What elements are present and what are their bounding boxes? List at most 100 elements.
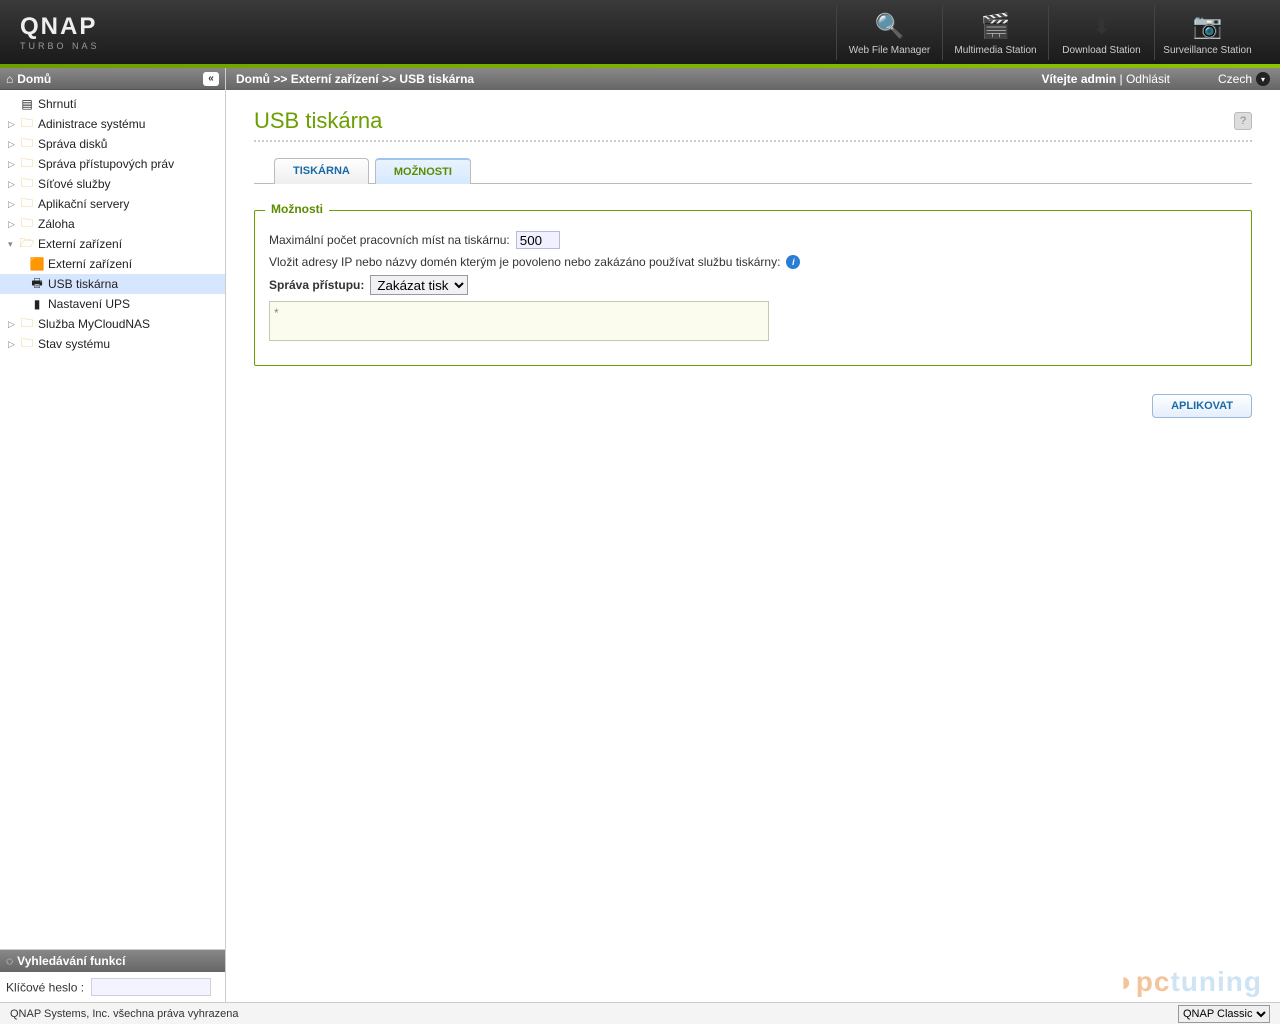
folder-icon: 🗀 bbox=[18, 174, 36, 195]
folder-icon: 🗀 bbox=[18, 334, 36, 355]
folder-search-icon: 🔍 bbox=[872, 13, 908, 41]
app-label: Web File Manager bbox=[841, 45, 938, 56]
sidebar-home-label[interactable]: Domů bbox=[17, 72, 51, 86]
nav-label: Externí zařízení bbox=[38, 237, 122, 251]
expand-icon: ▷ bbox=[8, 119, 18, 130]
footer: QNAP Systems, Inc. všechna práva vyhraze… bbox=[0, 1002, 1280, 1024]
brand-name: QNAP bbox=[20, 13, 100, 41]
expand-icon: ▷ bbox=[8, 319, 18, 330]
collapse-sidebar-button[interactable]: « bbox=[203, 72, 219, 86]
nav-ups-settings[interactable]: ▮ Nastavení UPS bbox=[0, 294, 225, 314]
sidebar: ⌂ Domů « ▤ Shrnutí ▷🗀 Adinistrace systém… bbox=[0, 68, 226, 1002]
download-icon: ⬇ bbox=[1084, 13, 1120, 41]
chevron-down-icon: ▾ bbox=[1256, 72, 1270, 86]
nav-external-devices-child[interactable]: 🟧 Externí zařízení bbox=[0, 254, 225, 274]
access-control-select[interactable]: Zakázat tisk bbox=[370, 275, 468, 295]
folder-icon: 🗀 bbox=[18, 154, 36, 175]
nav-label: Záloha bbox=[38, 217, 75, 231]
expand-icon: ▷ bbox=[8, 219, 18, 230]
folder-icon: 🗀 bbox=[18, 134, 36, 155]
options-fieldset: Možnosti Maximální počet pracovních míst… bbox=[254, 210, 1252, 366]
access-control-label: Správa přístupu: bbox=[269, 278, 364, 292]
search-title: Vyhledávání funkcí bbox=[17, 954, 125, 968]
fieldset-legend: Možnosti bbox=[265, 202, 329, 216]
nav-label: Shrnutí bbox=[38, 97, 77, 111]
printer-icon: 🖶 bbox=[28, 274, 46, 295]
breadcrumb-sep: >> bbox=[270, 72, 291, 86]
expand-icon: ▷ bbox=[8, 159, 18, 170]
logout-link[interactable]: Odhlásit bbox=[1126, 72, 1170, 86]
clapper-icon: 🎬 bbox=[978, 13, 1014, 41]
breadcrumb-sep: >> bbox=[379, 72, 400, 86]
nav-disk-mgmt[interactable]: ▷🗀 Správa disků bbox=[0, 134, 225, 154]
nav-label: Síťové služby bbox=[38, 177, 111, 191]
ip-list-textarea[interactable]: * bbox=[269, 301, 769, 341]
tab-bar: TISKÁRNA MOŽNOSTI bbox=[274, 158, 1252, 184]
nav-label: Správa přístupových práv bbox=[38, 157, 174, 171]
app-label: Download Station bbox=[1053, 45, 1150, 56]
apply-button[interactable]: APLIKOVAT bbox=[1152, 394, 1252, 418]
nav-system-admin[interactable]: ▷🗀 Adinistrace systému bbox=[0, 114, 225, 134]
folder-icon: 🗀 bbox=[18, 314, 36, 335]
search-icon: ◌ bbox=[6, 954, 13, 968]
sidebar-header: ⌂ Domů « bbox=[0, 68, 225, 90]
tab-printer[interactable]: TISKÁRNA bbox=[274, 158, 369, 184]
home-icon: ⌂ bbox=[6, 72, 13, 86]
folder-icon: 🗀 bbox=[18, 214, 36, 235]
copyright-text: QNAP Systems, Inc. všechna práva vyhraze… bbox=[10, 1008, 238, 1020]
search-input[interactable] bbox=[91, 978, 211, 996]
nav-label: Adinistrace systému bbox=[38, 117, 145, 131]
nav-network-services[interactable]: ▷🗀 Síťové služby bbox=[0, 174, 225, 194]
welcome-text: Vítejte admin bbox=[1041, 72, 1116, 86]
page-icon: ▤ bbox=[18, 97, 36, 111]
app-download-station[interactable]: ⬇ Download Station bbox=[1048, 5, 1154, 60]
app-label: Multimedia Station bbox=[947, 45, 1044, 56]
nav-summary[interactable]: ▤ Shrnutí bbox=[0, 94, 225, 114]
breadcrumb-bar: Domů >> Externí zařízení >> USB tiskárna… bbox=[226, 68, 1280, 90]
nav-label: Správa disků bbox=[38, 137, 107, 151]
nav-external-devices[interactable]: ▾🗁 Externí zařízení bbox=[0, 234, 225, 254]
nav-backup[interactable]: ▷🗀 Záloha bbox=[0, 214, 225, 234]
brand-sub: TURBO NAS bbox=[20, 41, 100, 51]
search-section: ◌ Vyhledávání funkcí Klíčové heslo : bbox=[0, 949, 225, 1002]
search-label: Klíčové heslo : bbox=[6, 981, 84, 995]
folder-icon: 🗀 bbox=[18, 194, 36, 215]
app-multimedia-station[interactable]: 🎬 Multimedia Station bbox=[942, 5, 1048, 60]
max-jobs-input[interactable] bbox=[516, 231, 560, 249]
language-label: Czech bbox=[1218, 72, 1252, 86]
nav-label: Služba MyCloudNAS bbox=[38, 317, 150, 331]
device-icon: 🟧 bbox=[28, 257, 46, 271]
main-panel: Domů >> Externí zařízení >> USB tiskárna… bbox=[226, 68, 1280, 1002]
expand-icon: ▷ bbox=[8, 199, 18, 210]
nav-usb-printer[interactable]: 🖶 USB tiskárna bbox=[0, 274, 225, 294]
breadcrumb-home[interactable]: Domů bbox=[236, 72, 270, 86]
search-header: ◌ Vyhledávání funkcí bbox=[0, 950, 225, 972]
nav-mycloudnas[interactable]: ▷🗀 Služba MyCloudNAS bbox=[0, 314, 225, 334]
breadcrumb-section[interactable]: Externí zařízení bbox=[291, 72, 379, 86]
expand-icon: ▷ bbox=[8, 179, 18, 190]
info-icon[interactable]: i bbox=[786, 255, 800, 269]
nav-system-status[interactable]: ▷🗀 Stav systému bbox=[0, 334, 225, 354]
theme-select[interactable]: QNAP Classic bbox=[1178, 1005, 1270, 1023]
nav-label: USB tiskárna bbox=[48, 277, 118, 291]
brand-logo: QNAP TURBO NAS bbox=[20, 13, 100, 51]
nav-tree: ▤ Shrnutí ▷🗀 Adinistrace systému ▷🗀 Sprá… bbox=[0, 90, 225, 949]
help-button[interactable]: ? bbox=[1234, 112, 1252, 130]
camera-icon: 📷 bbox=[1190, 13, 1226, 41]
app-surveillance-station[interactable]: 📷 Surveillance Station bbox=[1154, 5, 1260, 60]
nav-app-servers[interactable]: ▷🗀 Aplikační servery bbox=[0, 194, 225, 214]
ups-icon: ▮ bbox=[28, 297, 46, 311]
language-selector[interactable]: Czech ▾ bbox=[1218, 72, 1270, 86]
nav-access-rights[interactable]: ▷🗀 Správa přístupových práv bbox=[0, 154, 225, 174]
breadcrumb-page: USB tiskárna bbox=[399, 72, 474, 86]
app-web-file-manager[interactable]: 🔍 Web File Manager bbox=[836, 5, 942, 60]
app-label: Surveillance Station bbox=[1159, 45, 1256, 56]
nav-label: Nastavení UPS bbox=[48, 297, 130, 311]
page-content: USB tiskárna ? TISKÁRNA MOŽNOSTI Možnost… bbox=[226, 90, 1280, 1002]
nav-label: Aplikační servery bbox=[38, 197, 129, 211]
tab-options[interactable]: MOŽNOSTI bbox=[375, 158, 471, 184]
nav-label: Stav systému bbox=[38, 337, 110, 351]
expand-icon: ▷ bbox=[8, 139, 18, 150]
app-header: QNAP TURBO NAS 🔍 Web File Manager 🎬 Mult… bbox=[0, 0, 1280, 64]
divider bbox=[254, 140, 1252, 142]
